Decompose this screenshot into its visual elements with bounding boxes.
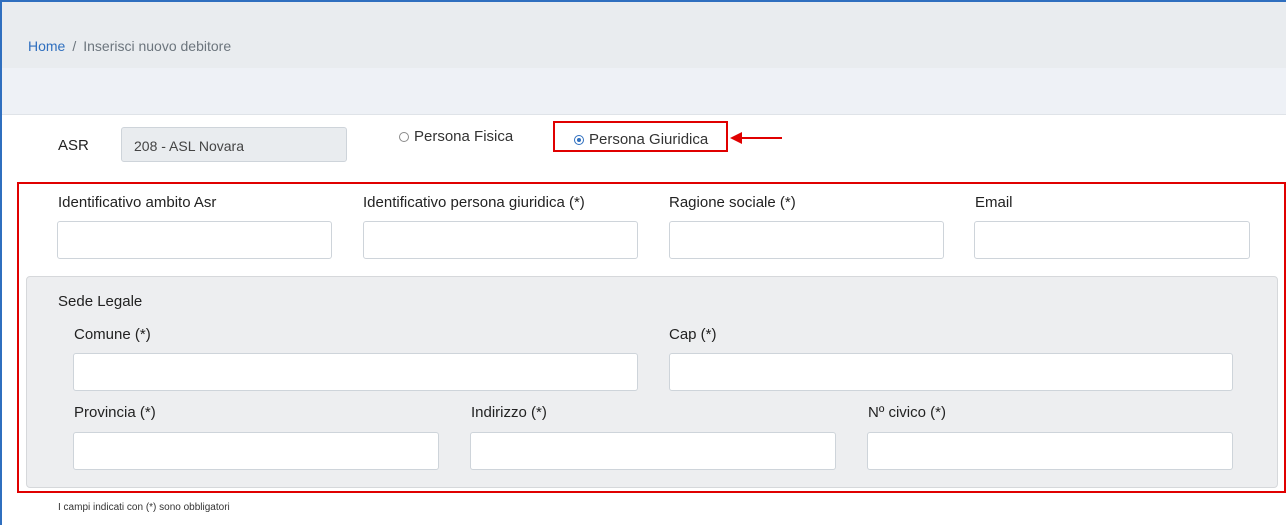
breadcrumb: Home / Inserisci nuovo debitore [28, 38, 231, 54]
asr-label: ASR [58, 137, 89, 154]
identificativo-ambito-input[interactable] [57, 221, 332, 259]
breadcrumb-home-link[interactable]: Home [28, 38, 65, 54]
radio-persona-giuridica[interactable]: Persona Giuridica [574, 131, 708, 148]
radio-persona-fisica[interactable]: Persona Fisica [399, 128, 513, 145]
identificativo-ambito-label: Identificativo ambito Asr [58, 194, 217, 211]
cap-label: Cap (*) [669, 326, 717, 343]
email-input[interactable] [974, 221, 1250, 259]
ragione-sociale-input[interactable] [669, 221, 944, 259]
page-frame: Home / Inserisci nuovo debitore ASR 208 - … [0, 0, 1286, 525]
radio-persona-giuridica-label: Persona Giuridica [589, 131, 709, 148]
cap-input[interactable] [669, 353, 1233, 391]
breadcrumb-bar: Home / Inserisci nuovo debitore [2, 2, 1286, 68]
asr-field: 208 - ASL Novara [121, 127, 347, 162]
identificativo-giuridica-input[interactable] [363, 221, 638, 259]
sede-legale-title: Sede Legale [58, 293, 143, 310]
identificativo-giuridica-label: Identificativo persona giuridica (*) [363, 194, 585, 211]
provincia-input[interactable] [73, 432, 439, 470]
provincia-label: Provincia (*) [74, 404, 156, 421]
indirizzo-label: Indirizzo (*) [471, 404, 547, 421]
required-fields-footnote: I campi indicati con (*) sono obbligator… [58, 502, 230, 513]
radio-unchecked-icon[interactable] [399, 131, 409, 142]
civico-label: Nº civico (*) [868, 404, 946, 421]
radio-checked-icon[interactable] [574, 134, 584, 145]
ragione-sociale-label: Ragione sociale (*) [669, 194, 796, 211]
breadcrumb-current: Inserisci nuovo debitore [83, 38, 232, 54]
civico-input[interactable] [867, 432, 1233, 470]
email-label: Email [975, 194, 1013, 211]
comune-input[interactable] [73, 353, 638, 391]
radio-persona-fisica-label: Persona Fisica [414, 128, 514, 145]
red-arrow-icon [730, 132, 782, 144]
indirizzo-input[interactable] [470, 432, 836, 470]
subheader-bar [2, 68, 1286, 115]
breadcrumb-separator: / [72, 38, 77, 54]
comune-label: Comune (*) [74, 326, 151, 343]
